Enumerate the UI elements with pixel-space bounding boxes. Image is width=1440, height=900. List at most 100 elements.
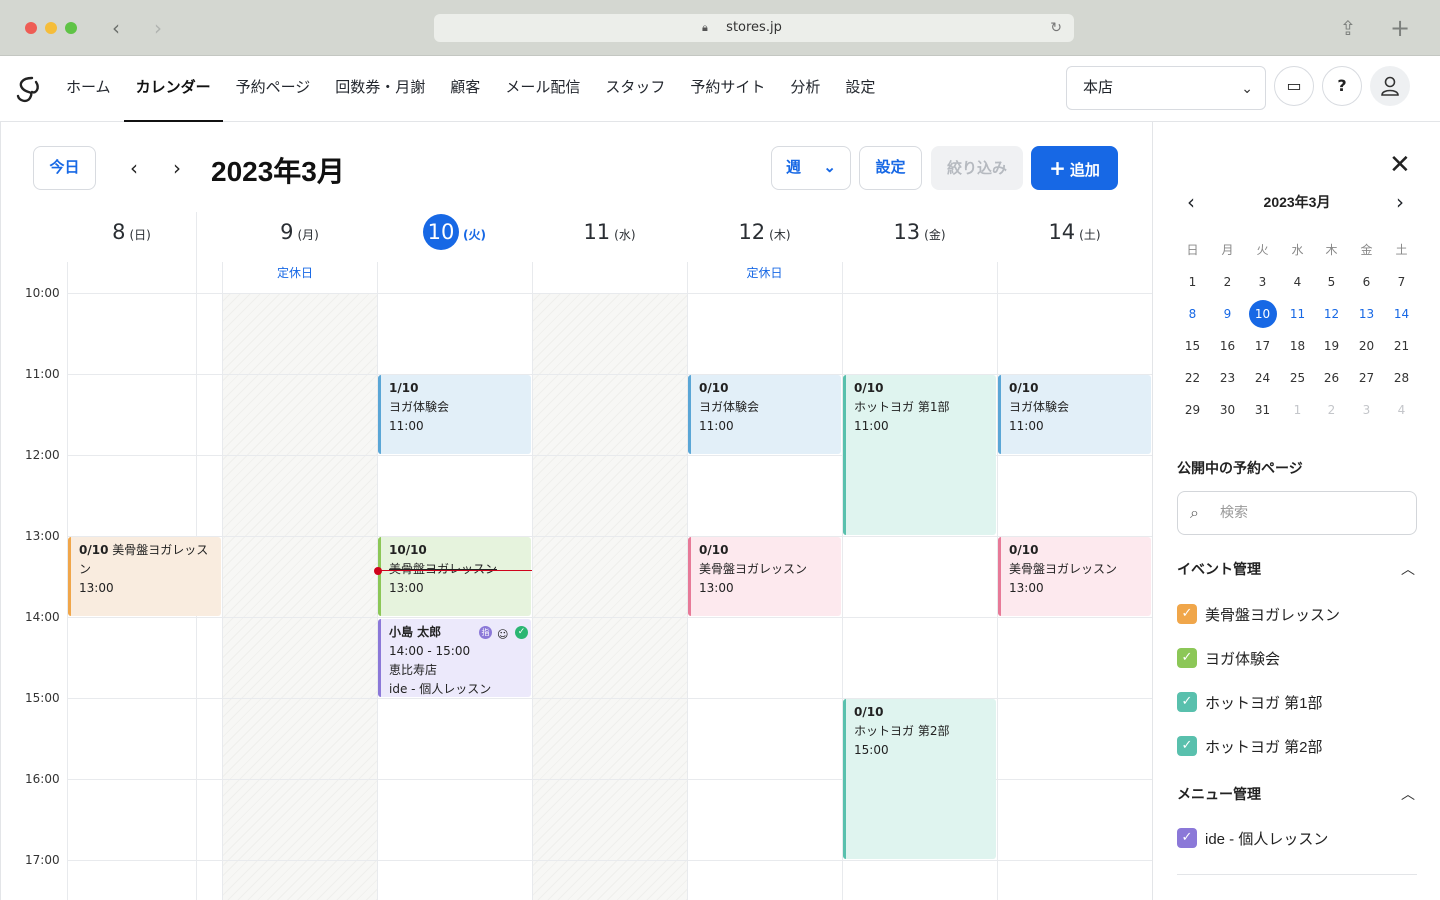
mini-calendar-day[interactable]: 24 [1245, 362, 1280, 394]
current-time-line [378, 570, 532, 571]
nav-reservation-site[interactable]: 予約サイト [690, 56, 765, 121]
next-week-icon[interactable]: › [167, 156, 187, 180]
event-card[interactable]: 0/10 ホットヨガ 第2部 15:00 [843, 699, 996, 859]
mini-calendar-day[interactable]: 12 [1314, 298, 1349, 330]
checkbox-menu[interactable]: ✓ [1177, 828, 1197, 848]
mini-calendar-day[interactable]: 13 [1349, 298, 1384, 330]
event-card[interactable]: 0/10 美骨盤ヨガレッスン 13:00 [998, 537, 1151, 616]
reservation-card[interactable]: 小島 太郎 14:00 - 15:00 恵比寿店 ide - 個人レッスン 指 … [378, 619, 531, 697]
event-card[interactable]: 10/10 美骨盤ヨガレッスン 13:00 [378, 537, 531, 616]
mini-calendar-day[interactable]: 3 [1245, 266, 1280, 298]
day-header[interactable]: 9 (月) [222, 212, 377, 262]
close-icon[interactable]: ✕ [1389, 150, 1411, 180]
mini-calendar-day[interactable]: 26 [1314, 362, 1349, 394]
right-sidebar: ✕ ‹ › 2023年3月 日月火水木金土 1 2 3 4 5 6 7 8 9 10 11 12 13 14… [1152, 122, 1440, 900]
time-label: 17:00 [25, 853, 60, 867]
checkbox-event[interactable]: ✓ [1177, 736, 1197, 756]
help-button[interactable]: ? [1322, 66, 1362, 106]
chevron-up-icon[interactable]: ︿ [1401, 559, 1415, 579]
mini-calendar-day[interactable]: 28 [1384, 362, 1419, 394]
day-header[interactable]: 8 (日) [67, 212, 196, 262]
checkbox-event[interactable]: ✓ [1177, 604, 1197, 624]
checkbox-event[interactable]: ✓ [1177, 692, 1197, 712]
menu-filter-label: ide - 個人レッスン [1205, 831, 1329, 848]
store-select[interactable]: 本店 ⌄ [1066, 66, 1266, 110]
mini-calendar-day[interactable]: 25 [1280, 362, 1315, 394]
forward-icon[interactable]: › [146, 16, 170, 40]
day-header[interactable]: 14 (土) [997, 212, 1152, 262]
mini-calendar-day[interactable]: 22 [1175, 362, 1210, 394]
mini-calendar-day[interactable]: 11 [1280, 298, 1315, 330]
search-icon: ⌕ [1190, 503, 1199, 522]
mini-calendar-day[interactable]: 6 [1349, 266, 1384, 298]
day-header[interactable]: 13 (金) [842, 212, 997, 262]
nav-analytics[interactable]: 分析 [790, 56, 820, 121]
mini-calendar-day[interactable]: 14 [1384, 298, 1419, 330]
mini-calendar-day[interactable]: 16 [1210, 330, 1245, 362]
nav-tickets[interactable]: 回数券・月謝 [335, 56, 425, 121]
add-button[interactable]: + 追加 [1031, 146, 1118, 190]
mini-calendar-day[interactable]: 8 [1175, 298, 1210, 330]
weekday-label: 日 [1186, 243, 1199, 257]
event-card[interactable]: 1/10 ヨガ体験会 11:00 [378, 375, 531, 454]
day-header-today[interactable]: 10 (火) [377, 212, 532, 262]
mini-calendar-day[interactable]: 7 [1384, 266, 1419, 298]
mini-calendar-day[interactable]: 5 [1314, 266, 1349, 298]
mini-calendar-day[interactable]: 18 [1280, 330, 1315, 362]
share-icon[interactable]: ⇪ [1334, 14, 1362, 42]
day-header[interactable]: 12 (木) [687, 212, 842, 262]
day-header[interactable]: 11 (水) [532, 212, 687, 262]
stores-logo-icon[interactable] [14, 74, 42, 104]
event-card[interactable]: 0/10 美骨盤ヨガレッスン 13:00 [688, 537, 841, 616]
mini-calendar-day[interactable]: 31 [1245, 394, 1280, 426]
closed-day-label: 定休日 [746, 266, 783, 280]
mini-calendar-day[interactable]: 29 [1175, 394, 1210, 426]
mini-calendar-day[interactable]: 2 [1314, 394, 1349, 426]
mini-calendar-day[interactable]: 23 [1210, 362, 1245, 394]
minimize-window-button[interactable] [45, 22, 57, 34]
nav-calendar[interactable]: カレンダー [123, 56, 223, 122]
mini-calendar-day[interactable]: 10 [1245, 298, 1280, 330]
mini-calendar-day[interactable]: 1 [1175, 266, 1210, 298]
maximize-window-button[interactable] [65, 22, 77, 34]
nav-mail[interactable]: メール配信 [505, 56, 580, 121]
mini-calendar-day[interactable]: 19 [1314, 330, 1349, 362]
mini-calendar-day[interactable]: 4 [1384, 394, 1419, 426]
address-bar[interactable]: 🔒︎ stores.jp ↻ [434, 14, 1074, 42]
mini-calendar-day[interactable]: 9 [1210, 298, 1245, 330]
reload-icon[interactable]: ↻ [1050, 14, 1062, 42]
checkbox-event[interactable]: ✓ [1177, 648, 1197, 668]
settings-button[interactable]: 設定 [859, 146, 922, 190]
view-select[interactable]: 週 ⌄ [771, 146, 851, 190]
mini-calendar-day[interactable]: 20 [1349, 330, 1384, 362]
today-button[interactable]: 今日 [33, 146, 96, 190]
person-icon: ☺ [497, 628, 509, 641]
wallet-icon[interactable]: ▭ [1274, 66, 1314, 106]
nav-staff[interactable]: スタッフ [605, 56, 665, 121]
mini-calendar-day[interactable]: 1 [1280, 394, 1315, 426]
mini-calendar-day[interactable]: 3 [1349, 394, 1384, 426]
user-avatar-icon[interactable] [1370, 66, 1410, 106]
mini-calendar-day[interactable]: 27 [1349, 362, 1384, 394]
nav-reservation-page[interactable]: 予約ページ [236, 56, 311, 121]
prev-week-icon[interactable]: ‹ [124, 156, 144, 180]
mini-calendar-day[interactable]: 4 [1280, 266, 1315, 298]
back-icon[interactable]: ‹ [104, 16, 128, 40]
event-card[interactable]: 0/10 ヨガ体験会 11:00 [688, 375, 841, 454]
mini-calendar-day[interactable]: 17 [1245, 330, 1280, 362]
nav-settings[interactable]: 設定 [845, 56, 875, 121]
chevron-up-icon[interactable]: ︿ [1401, 784, 1415, 804]
nav-customers[interactable]: 顧客 [450, 56, 480, 121]
new-tab-icon[interactable]: + [1386, 14, 1414, 42]
event-card[interactable]: 0/10 美骨盤ヨガレッスン 13:00 [68, 537, 221, 616]
event-card[interactable]: 0/10 ヨガ体験会 11:00 [998, 375, 1151, 454]
nav-home[interactable]: ホーム [66, 56, 111, 121]
filter-button[interactable]: 絞り込み [931, 146, 1023, 190]
search-input[interactable]: ⌕ 検索 [1177, 491, 1417, 535]
mini-calendar-day[interactable]: 30 [1210, 394, 1245, 426]
mini-calendar-day[interactable]: 21 [1384, 330, 1419, 362]
close-window-button[interactable] [25, 22, 37, 34]
mini-calendar-day[interactable]: 2 [1210, 266, 1245, 298]
mini-calendar-day[interactable]: 15 [1175, 330, 1210, 362]
event-card[interactable]: 0/10 ホットヨガ 第1部 11:00 [843, 375, 996, 535]
